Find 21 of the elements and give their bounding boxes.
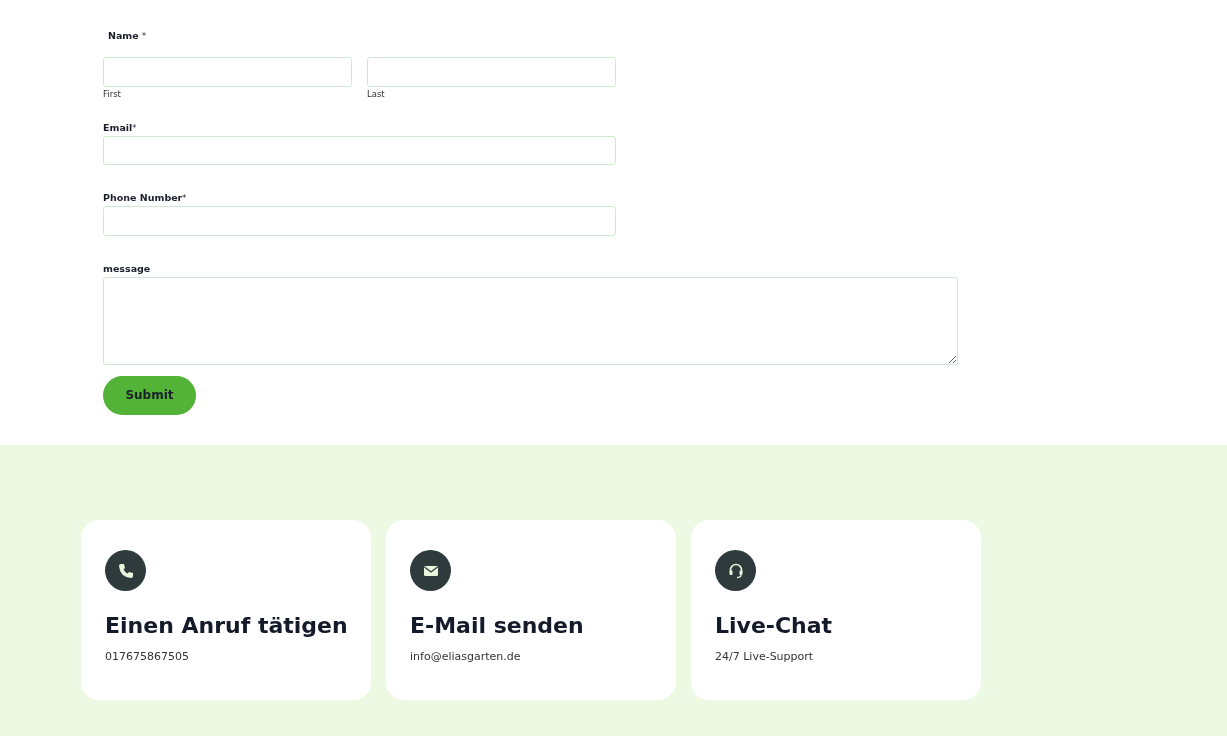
input-field[interactable] [103, 136, 616, 166]
card-text: info@eliasgarten.de [410, 650, 522, 663]
headset-icon [715, 550, 756, 591]
input-field[interactable] [103, 57, 352, 87]
submit-button[interactable]: Submit [103, 375, 196, 415]
card-title: Live-Chat [715, 613, 834, 638]
card-title: Einen Anruf tätigen [105, 613, 349, 638]
field-sublabel: Last [367, 89, 385, 99]
envelope-icon [410, 550, 451, 591]
field-label: Phone Number* [103, 192, 187, 204]
input-field[interactable] [103, 206, 616, 236]
phone-icon [105, 550, 146, 591]
card-text: 24/7 Live-Support [715, 650, 815, 663]
field-label: Email* [103, 122, 137, 133]
field-label: message [103, 262, 151, 274]
field-label: Name * [108, 30, 146, 41]
field-sublabel: First [103, 89, 121, 99]
message-field[interactable] [103, 276, 958, 365]
input-field[interactable] [367, 57, 616, 87]
card-title: E-Mail senden [410, 613, 585, 638]
card-text: 017675867505 [105, 650, 190, 663]
